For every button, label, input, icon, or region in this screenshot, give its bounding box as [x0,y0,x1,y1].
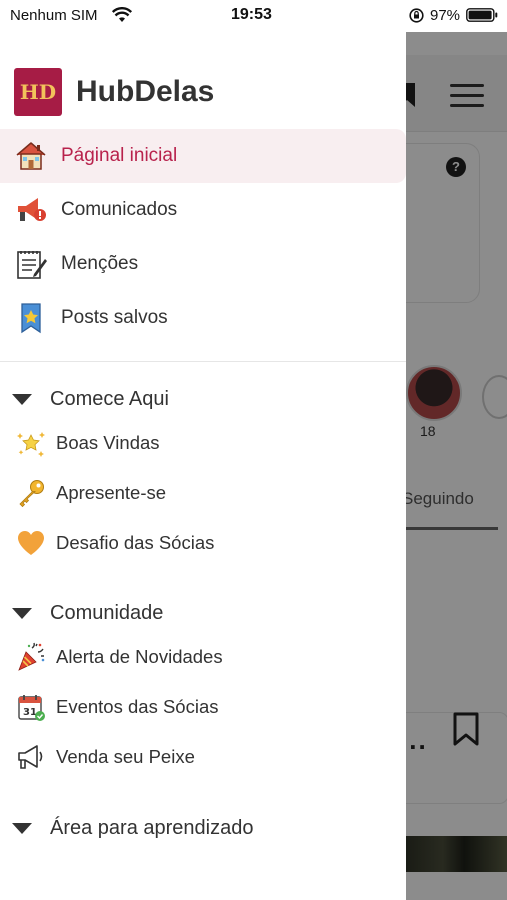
calendar-icon: 31 [16,692,46,722]
section-title: Comunidade [50,601,164,624]
nav-item-label: Menções [61,253,139,274]
channel-label: Apresente-se [56,482,167,503]
brand-name: HubDelas [76,75,215,108]
key-icon [16,478,46,508]
heart-icon [16,528,46,558]
channel-eventos-das-socias[interactable]: 31 Eventos das Sócias [0,682,406,732]
carrier-label: Nenhum SIM [10,7,98,24]
sparkle-star-icon [16,428,46,458]
navigation-drawer: HD HubDelas Páginal inicial Comunicados … [0,32,406,900]
status-bar: Nenhum SIM 19:53 97% [0,0,507,32]
channel-label: Desafio das Sócias [56,532,215,553]
brand-logo-text: HD [19,80,57,104]
section-area-para-aprendizado: Área para aprendizado [0,809,406,847]
house-icon [14,139,48,173]
section-title: Área para aprendizado [50,816,254,839]
loudspeaker-icon [16,742,46,772]
section-header-area-para-aprendizado[interactable]: Área para aprendizado [0,809,406,847]
channel-label: Alerta de Novidades [56,646,223,667]
caret-down-icon [12,393,32,405]
channel-label: Eventos das Sócias [56,696,219,717]
nav-item-saved-posts[interactable]: Posts salvos [0,291,406,345]
nav-item-announcements[interactable]: Comunicados [0,183,406,237]
channel-desafio-das-socias[interactable]: Desafio das Sócias [0,518,406,568]
nav-item-label: Páginal inicial [61,145,178,166]
brand-header[interactable]: HD HubDelas [14,68,214,116]
section-comece-aqui: Comece Aqui Boas Vindas Apresente-se Des… [0,380,406,568]
nav-item-mentions[interactable]: Menções [0,237,406,291]
brand-logo: HD [14,68,62,116]
nav-item-label: Comunicados [61,199,178,220]
orientation-lock-icon [409,8,424,23]
section-title: Comece Aqui [50,387,169,410]
battery-icon [466,8,498,22]
channel-apresente-se[interactable]: Apresente-se [0,468,406,518]
svg-text:31: 31 [23,707,37,718]
nav-item-label: Posts salvos [61,307,168,328]
bookmark-star-icon [14,301,48,335]
channel-label: Venda seu Peixe [56,746,195,767]
section-comunidade: Comunidade Alerta de Novidades 31 Evento… [0,594,406,782]
main-nav: Páginal inicial Comunicados Menções Post… [0,129,406,345]
megaphone-icon [14,193,48,227]
section-header-comunidade[interactable]: Comunidade [0,594,406,632]
party-popper-icon [16,642,46,672]
channel-boas-vindas[interactable]: Boas Vindas [0,418,406,468]
section-header-comece-aqui[interactable]: Comece Aqui [0,380,406,418]
nav-item-home[interactable]: Páginal inicial [0,129,406,183]
wifi-icon [112,7,132,23]
channel-alerta-de-novidades[interactable]: Alerta de Novidades [0,632,406,682]
status-time: 19:53 [231,6,272,23]
channel-label: Boas Vindas [56,432,160,453]
caret-down-icon [12,607,32,619]
notepad-icon [14,247,48,281]
caret-down-icon [12,822,32,834]
channel-venda-seu-peixe[interactable]: Venda seu Peixe [0,732,406,782]
divider [0,361,406,362]
battery-percent: 97% [430,7,461,24]
